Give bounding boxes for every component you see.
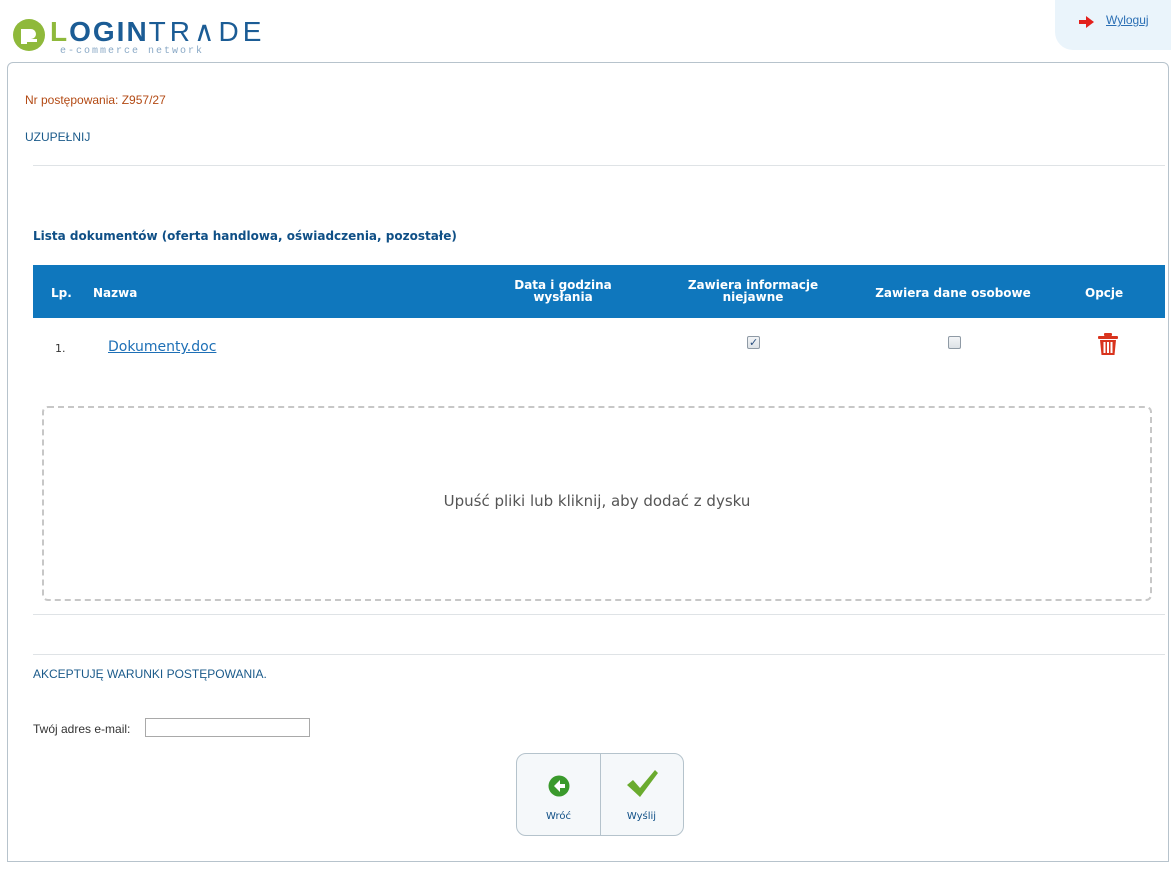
classified-checkbox[interactable]: ✓ <box>747 336 760 349</box>
send-label: Wyślij <box>626 811 657 822</box>
logout-box: Wyloguj <box>1055 0 1171 50</box>
action-buttons: Wróć Wyślij <box>516 753 684 836</box>
back-button[interactable]: Wróć <box>517 754 601 835</box>
documents-list-title: Lista dokumentów (oferta handlowa, oświa… <box>33 229 457 243</box>
accept-conditions-text: AKCEPTUJĘ WARUNKI POSTĘPOWANIA. <box>33 667 267 681</box>
trash-icon[interactable] <box>1097 332 1119 356</box>
checkmark-icon <box>626 770 658 797</box>
row-number: 1. <box>55 342 66 355</box>
dropzone-text: Upuść pliki lub kliknij, aby dodać z dys… <box>443 492 751 510</box>
email-input[interactable] <box>145 718 310 737</box>
column-header-sent-date: Data i godzina wysłania <box>488 279 638 303</box>
column-header-lp: Lp. <box>51 286 72 300</box>
procedure-number: Nr postępowania: Z957/27 <box>25 93 166 107</box>
back-label: Wróć <box>546 811 571 822</box>
classified-line2: niejawne <box>722 290 784 304</box>
documents-table-header: Lp. Nazwa Data i godzina wysłania Zawier… <box>33 265 1165 318</box>
document-link[interactable]: Dokumenty.doc <box>108 339 216 355</box>
divider <box>33 614 1165 615</box>
logout-link[interactable]: Wyloguj <box>1106 13 1149 27</box>
column-header-classified: Zawiera informacje niejawne <box>673 279 833 303</box>
divider <box>33 654 1165 655</box>
section-title: UZUPEŁNIJ <box>25 130 91 144</box>
email-label: Twój adres e-mail: <box>33 722 131 736</box>
page: LOGINTR∧DE e-commerce network Wyloguj Nr… <box>0 0 1171 870</box>
logo-subtitle: e-commerce network <box>60 46 205 57</box>
sent-date-line2: wysłania <box>533 290 593 304</box>
logo-wordmark: LOGINTR∧DE <box>50 16 266 47</box>
personal-data-checkbox[interactable] <box>948 336 961 349</box>
file-dropzone[interactable]: Upuść pliki lub kliknij, aby dodać z dys… <box>42 406 1152 601</box>
column-header-options: Opcje <box>1085 286 1124 300</box>
checkmark-glyph: ✓ <box>749 336 759 349</box>
arrow-left-circle-icon <box>548 775 569 797</box>
logo-icon <box>13 19 45 51</box>
column-header-name: Nazwa <box>93 286 138 300</box>
send-button[interactable]: Wyślij <box>600 754 683 835</box>
column-header-personal: Zawiera dane osobowe <box>875 286 1031 300</box>
red-arrow-right-icon <box>1079 16 1094 28</box>
divider <box>33 165 1165 166</box>
